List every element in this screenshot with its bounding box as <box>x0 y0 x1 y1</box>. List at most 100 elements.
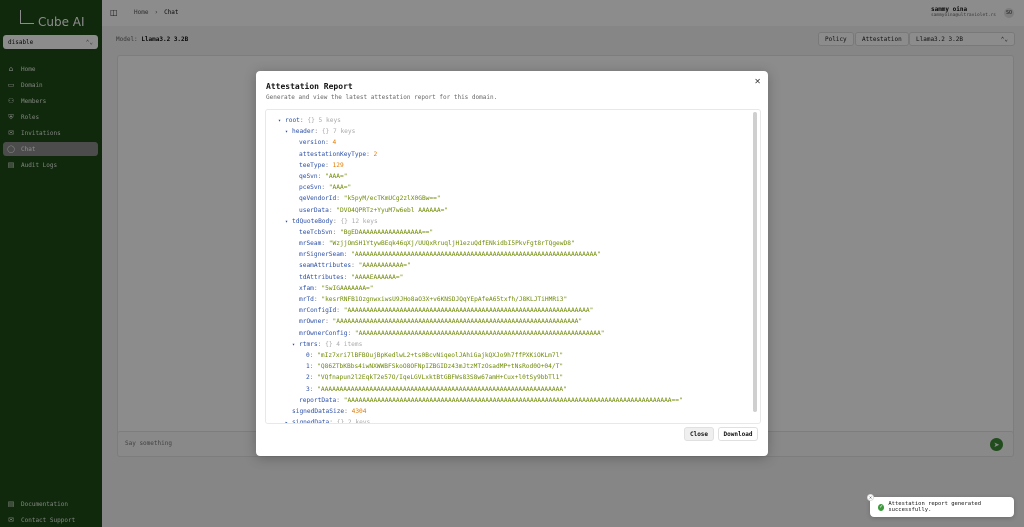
json-number: 129 <box>332 161 344 169</box>
json-line: 3: "AAAAAAAAAAAAAAAAAAAAAAAAAAAAAAAAAAAA… <box>266 384 751 395</box>
json-number: 4 <box>332 139 337 147</box>
json-line[interactable]: ▾ header: {} 7 keys <box>266 126 751 137</box>
dialog-subtitle: Generate and view the latest attestation… <box>266 94 498 101</box>
json-line[interactable]: ▾ rtmrs: {} 4 items <box>266 339 751 350</box>
json-scrollbar[interactable] <box>753 112 757 412</box>
json-string: "AAAAAAAAAAAAAAAAAAAAAAAAAAAAAAAAAAAAAAA… <box>354 329 605 337</box>
json-line: version: 4 <box>266 137 751 148</box>
json-colon: : <box>329 419 337 424</box>
json-string: "AAAAAAAAAAAAAAAAAAAAAAAAAAAAAAAAAAAAAAA… <box>317 385 567 393</box>
json-tree: ▾ root: {} 5 keys ▾ header: {} 7 keys versio… <box>266 115 751 424</box>
json-line: teeTcbSvn: "BgEDAAAAAAAAAAAAAAAAA==" <box>266 227 751 238</box>
json-string: "AAAAAAAAAAAAAAAAAAAAAAAAAAAAAAAAAAAAAAA… <box>343 307 594 315</box>
expand-toggle-icon[interactable]: ▾ <box>285 127 292 137</box>
json-colon: : <box>325 161 333 169</box>
json-colon: : <box>325 318 333 326</box>
json-key: mrSeam <box>299 240 322 248</box>
json-line: mrSignerSeam: "AAAAAAAAAAAAAAAAAAAAAAAAA… <box>266 249 751 260</box>
json-string: "BgEDAAAAAAAAAAAAAAAAA==" <box>339 228 434 236</box>
json-line: 1: "Q86ZTbKBbs4iwNXWWBFSkoO8OFNpIZBGIDz4… <box>266 361 751 372</box>
json-key: root <box>285 117 300 124</box>
json-key: teeTcbSvn <box>299 228 333 236</box>
dialog-title: Attestation Report <box>266 82 353 91</box>
json-line: seamAttributes: "AAAAAAAAAAA=" <box>266 260 751 271</box>
json-key: reportData <box>299 396 337 404</box>
json-key: tdQuoteBody <box>292 217 333 225</box>
json-brace: {} <box>336 419 348 424</box>
json-colon: : <box>347 329 355 337</box>
json-key: xfam <box>299 284 314 292</box>
json-key: header <box>292 128 315 136</box>
close-icon[interactable]: ✕ <box>754 77 761 86</box>
json-line: signedDataSize: 4304 <box>266 406 751 417</box>
success-check-icon: ✓ <box>878 503 885 511</box>
json-line: 2: "VQfnapun2l2EqkT2e57O/IqeLGVLxktBtGBF… <box>266 372 751 383</box>
json-line: tdAttributes: "AAAAEAAAAAA=" <box>266 272 751 283</box>
json-number: 2 <box>373 150 378 158</box>
json-string: "AAAAEAAAAAA=" <box>351 273 404 281</box>
json-key: qeSvn <box>299 172 318 180</box>
json-colon: : <box>366 150 374 158</box>
json-colon: : <box>336 396 344 404</box>
json-colon: : <box>336 307 344 315</box>
json-colon: : <box>336 195 344 203</box>
json-colon: : <box>314 128 322 136</box>
json-line: userData: "DVO4QPRTz+YyuM7w6ebl AAAAAA=" <box>266 205 751 216</box>
json-line: qeVendorId: "k5pyM/ecTKmUCg2zlX0GBw==" <box>266 193 751 204</box>
json-string: "AAA=" <box>328 184 352 192</box>
expand-toggle-icon[interactable]: ▾ <box>278 116 285 126</box>
json-key: signedDataSize <box>292 407 345 415</box>
json-key: mrOwner <box>299 318 326 326</box>
json-string: "DVO4QPRTz+YyuM7w6ebl AAAAAA=" <box>336 206 449 214</box>
json-string: "AAAAAAAAAAAAAAAAAAAAAAAAAAAAAAAAAAAAAAA… <box>343 396 683 404</box>
json-line: 0: "mIz7xri7lBFBOujBpKedlwL2+ts0BcvNiqeo… <box>266 350 751 361</box>
json-line: mrOwnerConfig: "AAAAAAAAAAAAAAAAAAAAAAAA… <box>266 328 751 339</box>
json-colon: : <box>317 340 326 348</box>
json-key: rtmrs <box>299 340 318 348</box>
expand-toggle-icon[interactable]: ▾ <box>285 217 292 227</box>
json-line[interactable]: ▾ root: {} 5 keys <box>266 115 751 126</box>
attestation-report-dialog: Attestation Report Generate and view the… <box>256 71 768 456</box>
download-button[interactable]: Download <box>718 427 758 441</box>
json-string: "5wIGAAAAAAA=" <box>321 284 374 292</box>
json-line: teeType: 129 <box>266 160 751 171</box>
json-line: mrConfigId: "AAAAAAAAAAAAAAAAAAAAAAAAAAA… <box>266 305 751 316</box>
close-button[interactable]: Close <box>684 427 714 441</box>
json-colon: : <box>325 139 333 147</box>
json-key: userData <box>299 206 329 214</box>
json-count: 2 keys <box>347 419 371 424</box>
toast-close-icon[interactable]: ✕ <box>867 494 874 501</box>
json-brace: {} <box>307 117 319 124</box>
json-colon: : <box>332 228 340 236</box>
json-key: mrTd <box>299 296 314 303</box>
json-key: teeType <box>299 161 326 169</box>
json-key: pceSvn <box>299 184 322 192</box>
json-line: reportData: "AAAAAAAAAAAAAAAAAAAAAAAAAAA… <box>266 395 751 406</box>
json-key: mrSignerSeam <box>299 251 344 259</box>
json-string: "AAAAAAAAAAAAAAAAAAAAAAAAAAAAAAAAAAAAAAA… <box>351 251 601 259</box>
json-line[interactable]: ▾ tdQuoteBody: {} 12 keys <box>266 216 751 227</box>
json-viewer[interactable]: ▾ root: {} 5 keys ▾ header: {} 7 keys versio… <box>265 109 761 424</box>
expand-toggle-icon[interactable]: ▾ <box>292 340 299 350</box>
json-string: "Q86ZTbKBbs4iwNXWWBFSkoO8OFNpIZBGIDz43mJ… <box>317 363 564 371</box>
json-number: 4304 <box>351 407 367 415</box>
json-key: version <box>299 139 326 147</box>
json-colon: : <box>351 262 359 270</box>
json-line: qeSvn: "AAA=" <box>266 171 751 182</box>
json-key: seamAttributes <box>299 262 352 270</box>
toast-message: Attestation report generated successfull… <box>888 501 982 513</box>
json-brace: {} <box>340 217 352 225</box>
json-string: "AAA=" <box>325 172 348 180</box>
json-colon: : <box>321 184 329 192</box>
json-brace: {} <box>325 340 337 348</box>
json-string: "mIz7xri7lBFBOujBpKedlwL2+ts0BcvNiqeolJA… <box>317 351 564 359</box>
json-count: 4 items <box>336 340 363 348</box>
json-string: "kesrRNFB1OzgnwxiwsU9JHo8aO3X+v6KNSDJQqY… <box>321 296 568 303</box>
json-count: 12 keys <box>351 217 378 225</box>
json-line[interactable]: ▸ signedData: {} 2 keys <box>266 417 751 424</box>
json-line: mrSeam: "WzjjOmSH1YtywBEqk46qXj/UUQxRruq… <box>266 238 751 249</box>
expand-toggle-icon[interactable]: ▸ <box>285 418 292 423</box>
json-string: "k5pyM/ecTKmUCg2zlX0GBw==" <box>343 195 441 203</box>
json-colon: : <box>344 407 352 415</box>
json-key: mrOwnerConfig <box>299 329 348 337</box>
